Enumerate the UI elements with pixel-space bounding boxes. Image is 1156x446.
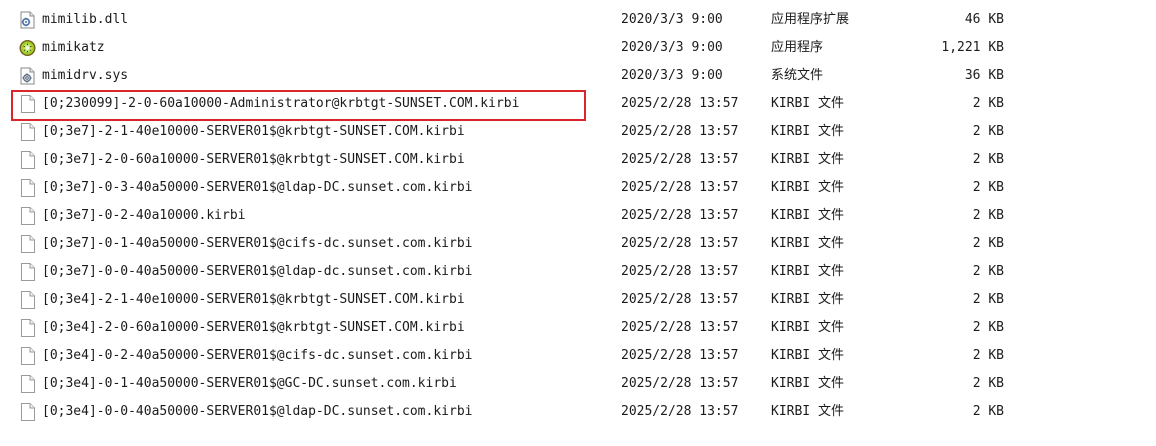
- kiwi-app-icon: [19, 39, 36, 57]
- file-name: [0;3e4]-0-0-40a50000-SERVER01$@ldap-DC.s…: [42, 404, 473, 419]
- file-row[interactable]: [0;3e4]-0-0-40a50000-SERVER01$@ldap-DC.s…: [0, 398, 1156, 426]
- file-size: 36 KB: [964, 68, 1004, 83]
- file-type: KIRBI 文件: [771, 292, 844, 307]
- blank-file-icon: [19, 263, 36, 281]
- file-size: 2 KB: [972, 404, 1004, 419]
- file-row[interactable]: [0;3e4]-0-1-40a50000-SERVER01$@GC-DC.sun…: [0, 370, 1156, 398]
- blank-file-icon: [19, 235, 36, 253]
- file-name: mimikatz: [42, 40, 105, 55]
- file-date-modified: 2025/2/28 13:57: [621, 124, 739, 139]
- file-name: [0;3e7]-2-1-40e10000-SERVER01$@krbtgt-SU…: [42, 124, 465, 139]
- file-size: 2 KB: [972, 180, 1004, 195]
- file-row[interactable]: mimikatz 2020/3/3 9:00 应用程序 1,221 KB: [0, 34, 1156, 62]
- blank-file-icon: [19, 123, 36, 141]
- file-type: KIRBI 文件: [771, 236, 844, 251]
- file-name: [0;3e4]-0-2-40a50000-SERVER01$@cifs-dc.s…: [42, 348, 473, 363]
- file-row[interactable]: mimilib.dll 2020/3/3 9:00 应用程序扩展 46 KB: [0, 6, 1156, 34]
- file-type: KIRBI 文件: [771, 180, 844, 195]
- file-date-modified: 2020/3/3 9:00: [621, 12, 723, 27]
- blank-file-icon: [19, 179, 36, 197]
- file-type: KIRBI 文件: [771, 320, 844, 335]
- file-size: 46 KB: [964, 12, 1004, 27]
- dll-file-icon: [19, 11, 36, 29]
- file-size: 2 KB: [972, 376, 1004, 391]
- file-size: 2 KB: [972, 236, 1004, 251]
- file-date-modified: 2025/2/28 13:57: [621, 404, 739, 419]
- file-type: KIRBI 文件: [771, 348, 844, 363]
- file-name: [0;3e7]-2-0-60a10000-SERVER01$@krbtgt-SU…: [42, 152, 465, 167]
- file-name: [0;230099]-2-0-60a10000-Administrator@kr…: [42, 96, 520, 111]
- file-date-modified: 2020/3/3 9:00: [621, 68, 723, 83]
- file-size: 2 KB: [972, 264, 1004, 279]
- file-date-modified: 2025/2/28 13:57: [621, 348, 739, 363]
- file-row[interactable]: [0;230099]-2-0-60a10000-Administrator@kr…: [0, 90, 1156, 118]
- file-date-modified: 2025/2/28 13:57: [621, 152, 739, 167]
- system-file-icon: [19, 67, 36, 85]
- file-size: 1,221 KB: [941, 40, 1004, 55]
- file-row[interactable]: [0;3e4]-2-1-40e10000-SERVER01$@krbtgt-SU…: [0, 286, 1156, 314]
- file-name: [0;3e4]-0-1-40a50000-SERVER01$@GC-DC.sun…: [42, 376, 457, 391]
- file-size: 2 KB: [972, 348, 1004, 363]
- file-name: [0;3e7]-0-0-40a50000-SERVER01$@ldap-dc.s…: [42, 264, 473, 279]
- file-type: KIRBI 文件: [771, 96, 844, 111]
- blank-file-icon: [19, 151, 36, 169]
- file-size: 2 KB: [972, 124, 1004, 139]
- file-row[interactable]: mimidrv.sys 2020/3/3 9:00 系统文件 36 KB: [0, 62, 1156, 90]
- file-type: KIRBI 文件: [771, 404, 844, 419]
- file-date-modified: 2025/2/28 13:57: [621, 320, 739, 335]
- file-size: 2 KB: [972, 152, 1004, 167]
- file-date-modified: 2020/3/3 9:00: [621, 40, 723, 55]
- file-date-modified: 2025/2/28 13:57: [621, 236, 739, 251]
- blank-file-icon: [19, 207, 36, 225]
- file-date-modified: 2025/2/28 13:57: [621, 180, 739, 195]
- blank-file-icon: [19, 291, 36, 309]
- file-name: [0;3e4]-2-0-60a10000-SERVER01$@krbtgt-SU…: [42, 320, 465, 335]
- file-date-modified: 2025/2/28 13:57: [621, 264, 739, 279]
- file-type: 应用程序扩展: [771, 12, 850, 27]
- file-row[interactable]: [0;3e4]-2-0-60a10000-SERVER01$@krbtgt-SU…: [0, 314, 1156, 342]
- file-type: KIRBI 文件: [771, 208, 844, 223]
- file-type: KIRBI 文件: [771, 376, 844, 391]
- blank-file-icon: [19, 95, 36, 113]
- file-type: KIRBI 文件: [771, 152, 844, 167]
- file-date-modified: 2025/2/28 13:57: [621, 96, 739, 111]
- file-row[interactable]: [0;3e7]-0-3-40a50000-SERVER01$@ldap-DC.s…: [0, 174, 1156, 202]
- file-row[interactable]: [0;3e7]-0-2-40a10000.kirbi 2025/2/28 13:5…: [0, 202, 1156, 230]
- file-name: [0;3e7]-0-1-40a50000-SERVER01$@cifs-dc.s…: [42, 236, 473, 251]
- file-name: [0;3e7]-0-3-40a50000-SERVER01$@ldap-DC.s…: [42, 180, 473, 195]
- blank-file-icon: [19, 319, 36, 337]
- file-name: [0;3e4]-2-1-40e10000-SERVER01$@krbtgt-SU…: [42, 292, 465, 307]
- file-type: KIRBI 文件: [771, 124, 844, 139]
- file-row[interactable]: [0;3e4]-0-2-40a50000-SERVER01$@cifs-dc.s…: [0, 342, 1156, 370]
- file-name: mimidrv.sys: [42, 68, 129, 83]
- file-row[interactable]: [0;3e7]-2-0-60a10000-SERVER01$@krbtgt-SU…: [0, 146, 1156, 174]
- file-row[interactable]: [0;3e7]-2-1-40e10000-SERVER01$@krbtgt-SU…: [0, 118, 1156, 146]
- file-date-modified: 2025/2/28 13:57: [621, 376, 739, 391]
- file-size: 2 KB: [972, 208, 1004, 223]
- file-type: 系统文件: [771, 68, 824, 83]
- file-size: 2 KB: [972, 96, 1004, 111]
- file-name: mimilib.dll: [42, 12, 129, 27]
- file-list: mimilib.dll 2020/3/3 9:00 应用程序扩展 46 KB mimik…: [0, 6, 1156, 426]
- file-row[interactable]: [0;3e7]-0-0-40a50000-SERVER01$@ldap-dc.s…: [0, 258, 1156, 286]
- blank-file-icon: [19, 347, 36, 365]
- file-type: KIRBI 文件: [771, 264, 844, 279]
- blank-file-icon: [19, 403, 36, 421]
- file-date-modified: 2025/2/28 13:57: [621, 292, 739, 307]
- file-size: 2 KB: [972, 320, 1004, 335]
- file-type: 应用程序: [771, 40, 824, 55]
- file-name: [0;3e7]-0-2-40a10000.kirbi: [42, 208, 246, 223]
- file-row[interactable]: [0;3e7]-0-1-40a50000-SERVER01$@cifs-dc.s…: [0, 230, 1156, 258]
- file-size: 2 KB: [972, 292, 1004, 307]
- file-date-modified: 2025/2/28 13:57: [621, 208, 739, 223]
- blank-file-icon: [19, 375, 36, 393]
